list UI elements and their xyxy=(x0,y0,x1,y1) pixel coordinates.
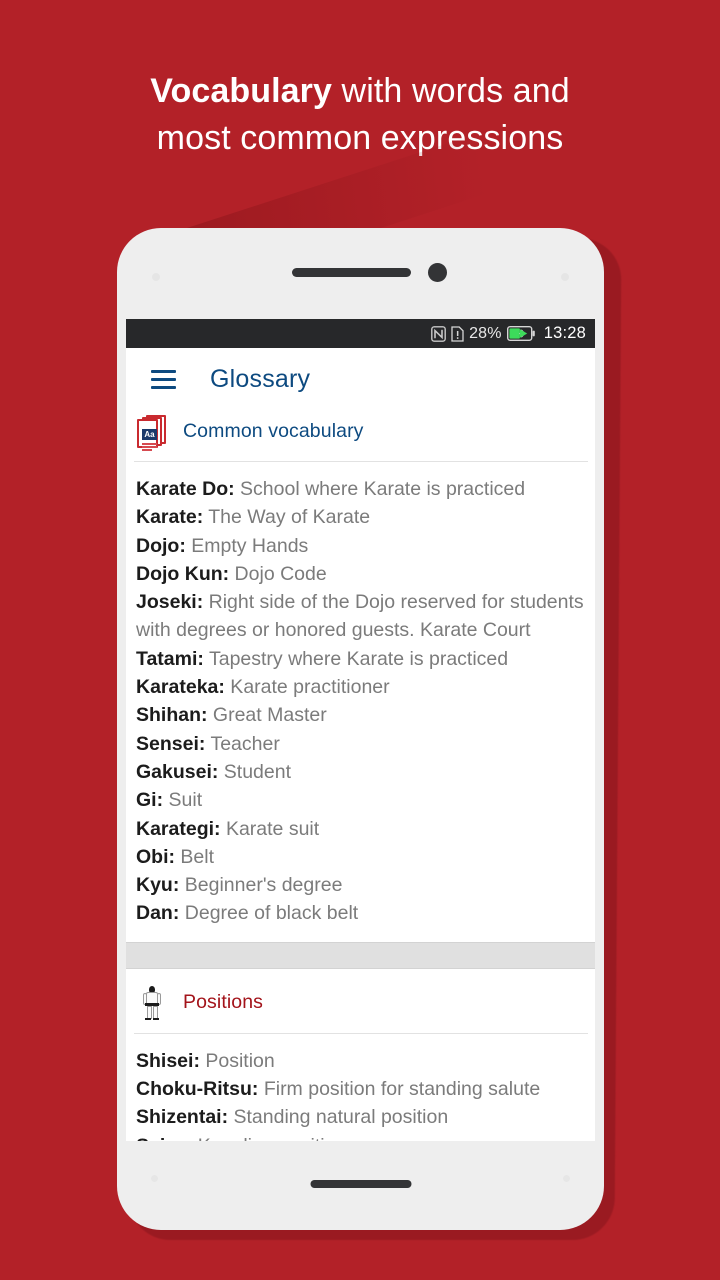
list-item: Tatami: Tapestry where Karate is practic… xyxy=(136,645,585,673)
page-title: Glossary xyxy=(210,364,311,393)
entry-term: Joseki: xyxy=(136,591,204,614)
entry-term: Choku-Ritsu: xyxy=(136,1078,259,1101)
phone-bottom-bezel xyxy=(117,1141,604,1230)
entry-term: Karategi: xyxy=(136,817,221,840)
list-item: Gi: Suit xyxy=(136,786,585,814)
list-item: Karateka: Karate practitioner xyxy=(136,673,585,701)
section-header-common-vocabulary[interactable]: Aa Common vocabulary xyxy=(134,410,588,462)
list-item: Karategi: Karate suit xyxy=(136,815,585,843)
front-camera-icon xyxy=(428,263,447,282)
earpiece-speaker xyxy=(292,268,411,277)
entry-definition: The Way of Karate xyxy=(203,506,371,529)
nfc-icon xyxy=(431,325,446,342)
entry-definition: Position xyxy=(199,1049,275,1072)
list-item: Gakusei: Student xyxy=(136,758,585,786)
entry-definition: Karate practitioner xyxy=(224,676,390,699)
entry-term: Kyu: xyxy=(136,874,180,897)
entry-definition: Beginner's degree xyxy=(179,874,343,897)
entry-definition: Student xyxy=(218,760,292,783)
entry-definition: Dojo Code xyxy=(229,562,327,585)
karate-figure-icon xyxy=(137,985,167,1021)
list-item: Choku-Ritsu: Firm position for standing … xyxy=(136,1075,585,1103)
entry-term: Karateka: xyxy=(136,676,225,699)
entry-term: Gi: xyxy=(136,789,164,812)
entry-term: Shizentai: xyxy=(136,1106,229,1129)
list-item: Shihan: Great Master xyxy=(136,701,585,729)
entry-term: Obi: xyxy=(136,845,175,868)
app-bar: Glossary xyxy=(126,348,595,410)
positions-entry-list: Shisei: Position Choku-Ritsu: Firm posit… xyxy=(126,1034,595,1141)
status-bar-clock: 13:28 xyxy=(543,324,586,342)
phone-top-bezel xyxy=(117,228,604,319)
list-item: Obi: Belt xyxy=(136,843,585,871)
battery-percent-label: 28% xyxy=(469,324,502,342)
list-item: Dojo: Empty Hands xyxy=(136,532,585,560)
entry-definition: Great Master xyxy=(207,704,327,727)
entry-term: Gakusei: xyxy=(136,760,219,783)
list-item: Karate: The Way of Karate xyxy=(136,503,585,531)
list-item: Seiza: Kneeling position xyxy=(136,1132,585,1141)
section-label: Positions xyxy=(183,991,264,1014)
entry-definition: Suit xyxy=(163,789,203,812)
entry-definition: School where Karate is practiced xyxy=(234,478,526,500)
entry-term: Dojo: xyxy=(136,534,186,557)
entry-definition: Right side of the Dojo reserved for stud… xyxy=(136,591,584,642)
status-bar: 28% 13:28 xyxy=(126,319,595,348)
entry-definition: Standing natural position xyxy=(228,1106,449,1129)
list-item: Dan: Degree of black belt xyxy=(136,899,585,927)
entry-term: Karate: xyxy=(136,506,204,529)
sim-alert-icon xyxy=(451,325,464,342)
list-item: Kyu: Beginner's degree xyxy=(136,871,585,899)
hamburger-menu-icon[interactable] xyxy=(151,369,176,389)
entry-term: Sensei: xyxy=(136,732,206,755)
phone-screen: 28% 13:28 Glossary Aa Common vocabulary … xyxy=(126,319,595,1141)
list-item: Karate Do: School where Karate is practi… xyxy=(136,475,585,503)
entry-definition: Tapestry where Karate is practiced xyxy=(203,647,509,670)
list-item: Dojo Kun: Dojo Code xyxy=(136,560,585,588)
entry-term: Shisei: xyxy=(136,1049,200,1072)
bottom-dot-right-icon xyxy=(563,1175,570,1182)
list-item: Sensei: Teacher xyxy=(136,730,585,758)
entry-term: Dojo Kun: xyxy=(136,562,230,585)
entry-definition: Teacher xyxy=(205,732,280,755)
sensor-left-icon xyxy=(152,273,160,281)
sensor-right-icon xyxy=(561,273,569,281)
section-label: Common vocabulary xyxy=(183,419,364,442)
promo-headline-rest: with words and xyxy=(332,72,570,110)
list-item: Joseki: Right side of the Dojo reserved … xyxy=(136,588,585,645)
vocabulary-entry-list: Karate Do: School where Karate is practi… xyxy=(126,462,595,942)
entry-definition: Karate suit xyxy=(220,817,320,840)
section-divider-band xyxy=(126,941,595,969)
promo-headline-bold: Vocabulary xyxy=(150,72,333,110)
entry-definition: Firm position for standing salute xyxy=(258,1078,541,1101)
section-header-positions[interactable]: Positions xyxy=(134,982,588,1034)
home-indicator[interactable] xyxy=(310,1180,411,1188)
list-item: Shizentai: Standing natural position xyxy=(136,1103,585,1131)
entry-definition: Belt xyxy=(175,845,215,868)
phone-mockup: 28% 13:28 Glossary Aa Common vocabulary … xyxy=(117,228,604,1230)
entry-definition: Empty Hands xyxy=(185,534,309,557)
list-item: Shisei: Position xyxy=(136,1047,585,1075)
entry-definition: Degree of black belt xyxy=(179,902,359,925)
entry-term: Dan: xyxy=(136,902,180,925)
battery-charging-icon xyxy=(506,326,535,341)
entry-term: Shihan: xyxy=(136,704,208,727)
dictionary-icon: Aa xyxy=(137,414,167,451)
entry-term: Karate Do: xyxy=(136,478,235,500)
bottom-dot-left-icon xyxy=(151,1175,158,1182)
entry-term: Tatami: xyxy=(136,647,204,670)
